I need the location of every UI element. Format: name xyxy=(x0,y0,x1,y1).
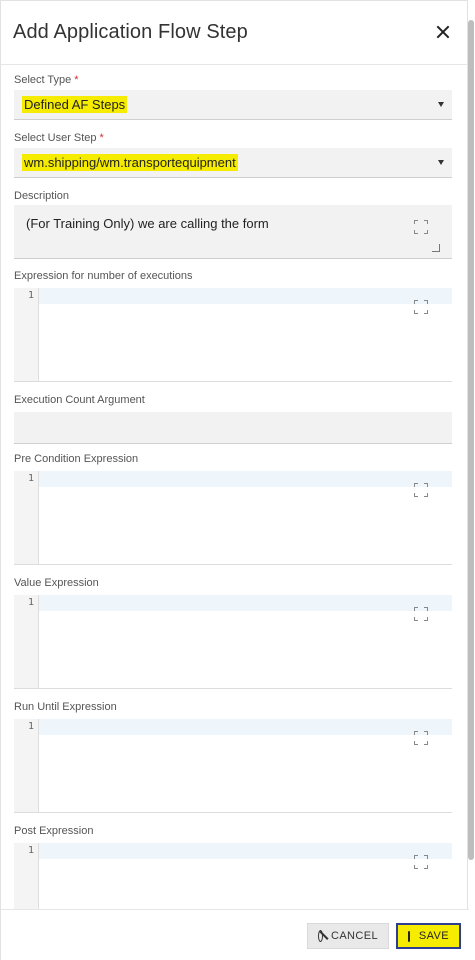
add-flow-step-dialog: Add Application Flow Step Select Type * D… xyxy=(0,0,469,960)
select-user-step-value: wm.shipping/wm.transportequipment xyxy=(22,154,238,171)
select-type-dropdown[interactable]: Defined AF Steps xyxy=(14,90,452,120)
select-user-step-label: Select User Step * xyxy=(14,132,104,144)
expression-executions-editor[interactable]: 1 xyxy=(14,288,452,382)
pre-condition-editor[interactable]: 1 xyxy=(14,471,452,565)
active-line xyxy=(14,843,452,859)
line-number: 1 xyxy=(27,597,34,608)
run-until-editor[interactable]: 1 xyxy=(14,719,452,813)
dialog-footer: CANCEL SAVE xyxy=(1,909,469,960)
save-button[interactable]: SAVE xyxy=(396,923,461,949)
expand-icon[interactable] xyxy=(414,220,428,234)
active-line xyxy=(14,471,452,487)
select-type-label: Select Type * xyxy=(14,74,79,86)
expand-icon[interactable] xyxy=(414,300,428,314)
expression-executions-label: Expression for number of executions xyxy=(14,270,193,282)
line-gutter xyxy=(14,595,39,688)
select-type-value: Defined AF Steps xyxy=(22,96,128,113)
expand-icon[interactable] xyxy=(414,607,428,621)
line-number: 1 xyxy=(27,473,34,484)
required-mark: * xyxy=(74,74,79,86)
value-expression-editor[interactable]: 1 xyxy=(14,595,452,689)
cancel-button[interactable]: CANCEL xyxy=(307,923,389,949)
cancel-label: CANCEL xyxy=(330,930,378,942)
line-gutter xyxy=(14,719,39,812)
expand-icon[interactable] xyxy=(414,855,428,869)
description-label: Description xyxy=(14,190,70,202)
line-number: 1 xyxy=(27,290,34,301)
resize-handle-icon[interactable] xyxy=(432,244,440,252)
line-gutter xyxy=(14,471,39,564)
required-mark: * xyxy=(99,132,104,144)
active-line xyxy=(14,719,452,735)
value-expression-label: Value Expression xyxy=(14,577,99,589)
run-until-label: Run Until Expression xyxy=(14,701,117,713)
dialog-title: Add Application Flow Step xyxy=(13,21,248,43)
chevron-down-icon xyxy=(438,160,444,165)
save-label: SAVE xyxy=(418,930,449,942)
close-icon[interactable] xyxy=(433,22,453,42)
select-user-step-dropdown[interactable]: wm.shipping/wm.transportequipment xyxy=(14,148,452,178)
line-number: 1 xyxy=(27,845,34,856)
active-line xyxy=(14,288,452,304)
dialog-header: Add Application Flow Step xyxy=(1,1,467,65)
save-icon xyxy=(408,930,415,942)
line-gutter xyxy=(14,288,39,381)
expand-icon[interactable] xyxy=(414,731,428,745)
execution-count-argument-label: Execution Count Argument xyxy=(14,394,145,406)
description-value: (For Training Only) we are calling the f… xyxy=(26,216,269,231)
active-line xyxy=(14,595,452,611)
description-textarea[interactable]: (For Training Only) we are calling the f… xyxy=(14,205,452,259)
expand-icon[interactable] xyxy=(414,483,428,497)
post-expression-label: Post Expression xyxy=(14,825,94,837)
line-number: 1 xyxy=(27,721,34,732)
pre-condition-label: Pre Condition Expression xyxy=(14,453,139,465)
scrollbar[interactable] xyxy=(468,20,474,860)
chevron-down-icon xyxy=(438,102,444,107)
post-expression-editor[interactable]: 1 xyxy=(14,843,452,909)
execution-count-argument-input[interactable] xyxy=(14,412,452,444)
cancel-icon xyxy=(318,930,323,942)
